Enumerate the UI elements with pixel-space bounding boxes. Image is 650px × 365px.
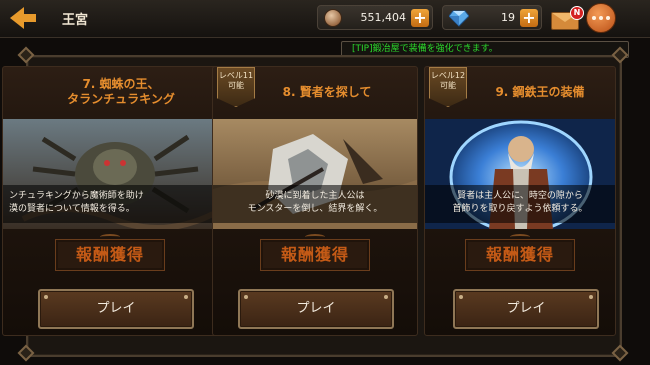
rivet: [184, 295, 188, 299]
quest-title-line1: 8. 賢者を探して: [282, 85, 372, 99]
play-label: プレイ: [506, 301, 546, 316]
add-coins-button[interactable]: +: [411, 9, 429, 27]
chat-button[interactable]: [586, 3, 616, 33]
chat-dot: [599, 16, 603, 20]
rivet: [244, 295, 248, 299]
coin-icon: [324, 9, 342, 27]
top-bar: 王宮 551,404 + 19 + N: [0, 0, 650, 38]
rivet: [384, 295, 388, 299]
quest-title-line2: タランチュラキング: [67, 92, 175, 106]
quest-desc-line1: ンチュラキングから魔術師を助け: [9, 191, 144, 201]
back-arrow-tail: [24, 14, 36, 22]
quest-card-8: レベル11 可能 8. 賢者を探して 砂漠に到着した主人公は モンスターを倒し、…: [212, 66, 418, 336]
screen-title: 王宮: [62, 13, 89, 28]
coin-amount: 551,404: [360, 11, 407, 24]
quest-card-7: 7. 蜘蛛の王、 タランチュラキング ンチュラキングから魔術師を助け 漠の賢者に…: [2, 66, 224, 336]
quest-desc-line2: 首飾りを取り戻すよう依頼する。: [452, 204, 588, 214]
play-label: プレイ: [296, 301, 336, 316]
quest-title: 7. 蜘蛛の王、 タランチュラキング: [11, 77, 223, 107]
gem-amount: 19: [501, 11, 515, 24]
quest-description: ンチュラキングから魔術師を助け 漠の賢者について情報を得る。: [3, 185, 223, 223]
rivet: [44, 295, 48, 299]
gem-icon: [449, 10, 469, 27]
quest-title-line1: 9. 鋼鉄王の装備: [495, 85, 585, 99]
gem-counter: 19 +: [442, 5, 542, 30]
quest-title: 9. 鋼鉄王の装備: [445, 85, 615, 100]
chat-dot: [606, 16, 610, 20]
add-gems-button[interactable]: +: [520, 9, 538, 27]
chat-icon: [592, 16, 596, 20]
quest-desc-line2: 漠の賢者について情報を得る。: [9, 204, 135, 214]
reward-label: 報酬獲得: [55, 239, 165, 271]
mail-new-badge: N: [570, 6, 584, 20]
quest-desc-line1: 砂漠に到着した主人公は: [265, 191, 365, 201]
level-requirement: レベル12: [430, 71, 466, 80]
quest-desc-line2: モンスターを倒し、結界を解く。: [247, 204, 383, 214]
reward-label: 報酬獲得: [465, 239, 575, 271]
quest-card-9: レベル12 可能 9. 鋼鉄王の装備 賢者は主人公に、時空の隙から 首飾りを取り…: [424, 66, 616, 336]
quest-desc-line1: 賢者は主人公に、時空の隙から: [457, 191, 583, 201]
level-requirement: レベル11: [218, 71, 254, 80]
rivet: [459, 295, 463, 299]
quest-description: 砂漠に到着した主人公は モンスターを倒し、結界を解く。: [213, 185, 417, 223]
play-button[interactable]: プレイ: [238, 289, 394, 329]
mail-button[interactable]: N: [551, 6, 584, 32]
coin-counter: 551,404 +: [317, 5, 433, 30]
play-label: プレイ: [96, 301, 136, 316]
quest-description: 賢者は主人公に、時空の隙から 首飾りを取り戻すよう依頼する。: [425, 185, 615, 223]
back-arrow-icon: [10, 7, 24, 29]
play-button[interactable]: プレイ: [453, 289, 599, 329]
rivet: [589, 295, 593, 299]
play-button[interactable]: プレイ: [38, 289, 194, 329]
back-button[interactable]: [6, 5, 58, 31]
reward-label: 報酬獲得: [260, 239, 370, 271]
quest-title-line1: 7. 蜘蛛の王、: [82, 77, 160, 91]
quest-title: 8. 賢者を探して: [225, 85, 417, 100]
